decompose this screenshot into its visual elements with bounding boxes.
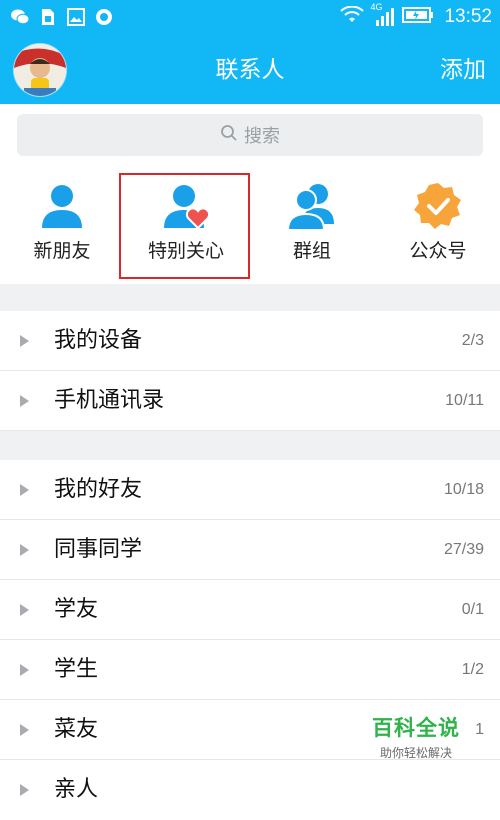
group-row-my-devices[interactable]: 我的设备 2/3 [0,311,500,371]
group-name: 亲人 [54,777,99,802]
system-icons: 4G 13:52 [340,2,492,28]
battery-icon [402,6,434,28]
group-name: 学生 [54,657,99,682]
status-bar: 4G 13:52 [0,0,500,36]
wechat-icon [10,7,30,27]
quick-label: 新朋友 [33,240,91,262]
watermark-title: 百科全说 [372,716,460,740]
group-name: 同事同学 [54,537,143,562]
clock: 13:52 [444,6,492,27]
group-count: 0/1 [461,601,484,618]
quick-label: 群组 [292,240,331,262]
quick-label: 公众号 [409,240,467,262]
expand-arrow-icon [20,784,29,796]
section-divider [0,431,500,460]
title-bar: 联系人 添加 [0,36,500,104]
group-row-my-friends[interactable]: 我的好友 10/18 [0,460,500,520]
group-count: 10/11 [445,392,484,409]
expand-arrow-icon [20,334,29,347]
group-name: 我的设备 [54,328,143,353]
group-icon [286,184,334,231]
group-name: 手机通讯录 [54,388,165,413]
group-row-family[interactable]: 亲人 [0,760,500,820]
watermark-subtitle: 助你轻松解决 [379,746,452,760]
notification-icons [10,7,114,27]
group-row-colleagues[interactable]: 同事同学 27/39 [0,520,500,580]
person-icon [42,185,82,228]
quick-official-accounts[interactable]: 公众号 [376,166,500,284]
group-count: 27/39 [443,541,484,558]
group-count: 1 [475,721,484,738]
gallery-icon [66,7,86,27]
expand-arrow-icon [20,483,29,496]
expand-arrow-icon [20,663,29,676]
badge-check-icon [414,183,461,229]
watermark: 百科全说 助你轻松解决 [372,712,460,761]
add-button[interactable]: 添加 [440,36,486,104]
quick-groups[interactable]: 群组 [250,166,374,284]
group-name: 菜友 [54,717,99,742]
page-title: 联系人 [215,57,285,83]
group-name: 我的好友 [54,477,143,502]
group-row-students[interactable]: 学生 1/2 [0,640,500,700]
search-placeholder: 搜索 [244,126,280,147]
group-count: 1/2 [461,661,484,678]
expand-arrow-icon [20,723,29,736]
group-name: 学友 [54,597,99,622]
group-row-phone-contacts[interactable]: 手机通讯录 10/11 [0,371,500,431]
quick-actions: 新朋友 特别关心 群组 公众号 [0,166,500,284]
wifi-icon [340,5,365,28]
expand-arrow-icon [20,394,29,407]
group-count: 2/3 [461,332,484,349]
highlight-box [119,173,250,279]
sim-icon [38,7,58,27]
search-bar: 搜索 [0,104,500,166]
app-icon [94,7,114,27]
search-input[interactable]: 搜索 [17,114,483,156]
group-row-schoolmates[interactable]: 学友 0/1 [0,580,500,640]
group-count: 10/18 [443,481,484,498]
section-divider [0,284,500,311]
expand-arrow-icon [20,543,29,556]
search-icon [220,124,238,147]
expand-arrow-icon [20,603,29,616]
signal-icon: 4G [370,2,396,28]
quick-new-friends[interactable]: 新朋友 [0,166,124,284]
